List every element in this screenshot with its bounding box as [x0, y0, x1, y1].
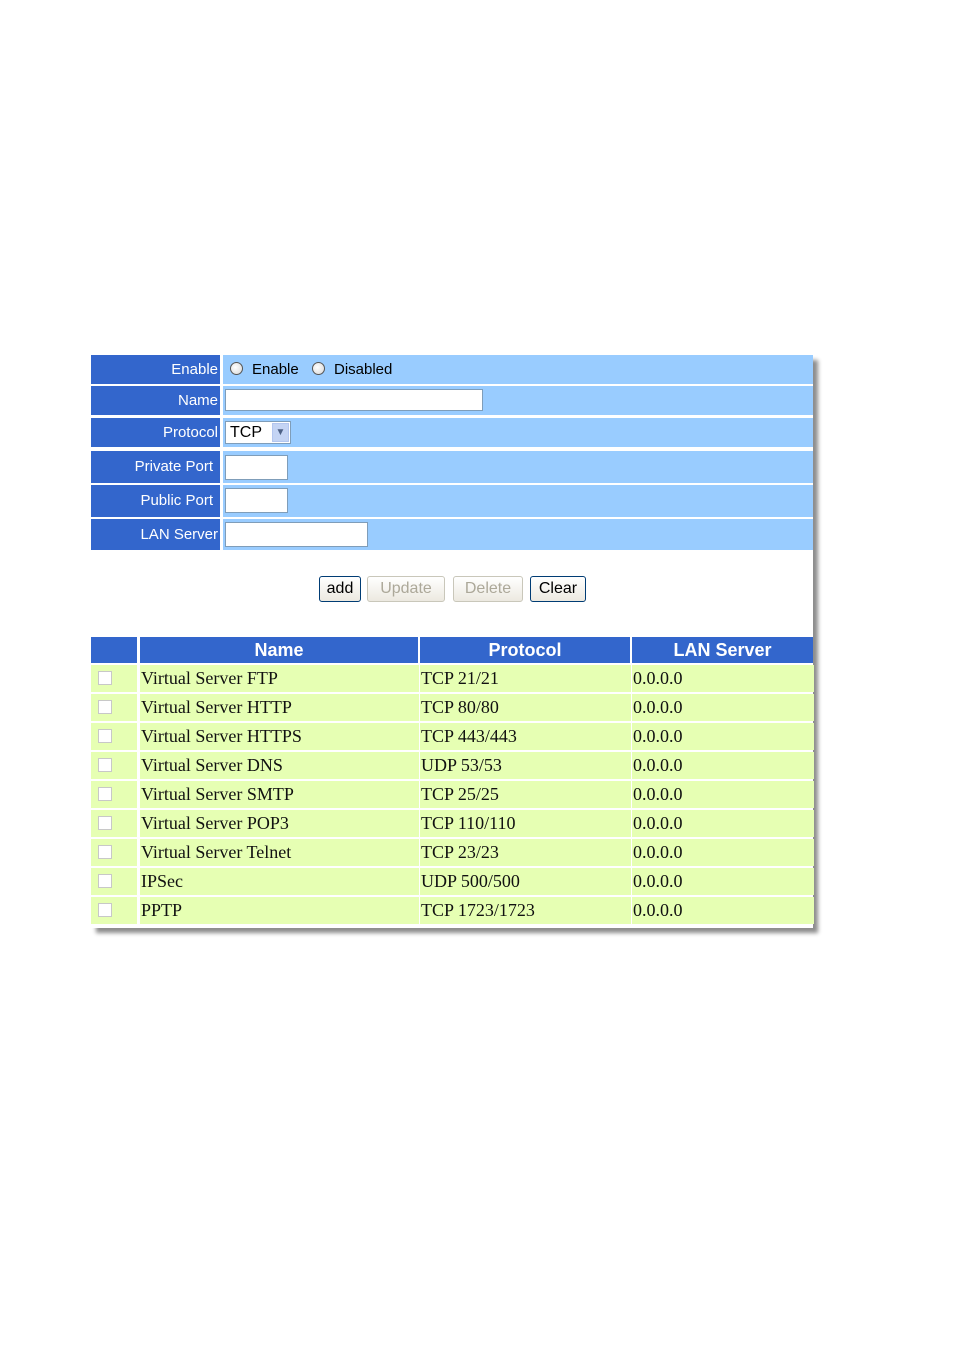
lan-server-label: LAN Server — [91, 519, 220, 550]
row-checkbox[interactable] — [98, 816, 112, 830]
private-port-input[interactable] — [225, 455, 288, 480]
disabled-radio[interactable] — [312, 362, 325, 375]
row-checkbox[interactable] — [98, 758, 112, 772]
row-lan-server: 0.0.0.0 — [632, 752, 814, 779]
row-lan-server: 0.0.0.0 — [632, 839, 814, 866]
row-select-cell — [91, 781, 137, 808]
form-row-private-port: Private Port — [91, 451, 813, 483]
row-name: Virtual Server DNS — [140, 752, 419, 779]
table-row: Virtual Server HTTPS TCP 443/443 0.0.0.0 — [91, 723, 814, 750]
row-select-cell — [91, 752, 137, 779]
row-name: Virtual Server SMTP — [140, 781, 419, 808]
table-header-protocol: Protocol — [420, 637, 630, 663]
row-checkbox[interactable] — [98, 903, 112, 917]
row-checkbox[interactable] — [98, 700, 112, 714]
row-protocol: TCP 25/25 — [420, 781, 631, 808]
enable-radio[interactable] — [230, 362, 243, 375]
table-header-select — [91, 637, 137, 663]
table-row: Virtual Server DNS UDP 53/53 0.0.0.0 — [91, 752, 814, 779]
form-row-lan-server: LAN Server — [91, 519, 813, 550]
row-checkbox[interactable] — [98, 729, 112, 743]
row-checkbox[interactable] — [98, 787, 112, 801]
form-row-enable: Enable Enable Disabled — [91, 355, 813, 384]
name-input[interactable] — [225, 389, 483, 411]
row-select-cell — [91, 694, 137, 721]
table-header-lan-server: LAN Server — [632, 637, 813, 663]
row-checkbox[interactable] — [98, 671, 112, 685]
row-checkbox[interactable] — [98, 874, 112, 888]
disabled-radio-label: Disabled — [334, 361, 393, 378]
delete-button[interactable]: Delete — [453, 576, 523, 602]
row-protocol: TCP 21/21 — [420, 665, 631, 692]
table-row: Virtual Server Telnet TCP 23/23 0.0.0.0 — [91, 839, 814, 866]
row-protocol: TCP 80/80 — [420, 694, 631, 721]
form-row-public-port: Public Port — [91, 485, 813, 517]
row-protocol: TCP 23/23 — [420, 839, 631, 866]
row-protocol: TCP 110/110 — [420, 810, 631, 837]
virtual-server-panel: Enable Enable Disabled Name Protocol TCP… — [91, 355, 814, 928]
row-name: Virtual Server POP3 — [140, 810, 419, 837]
chevron-down-icon[interactable]: ▼ — [272, 423, 289, 442]
row-select-cell — [91, 839, 137, 866]
row-protocol: UDP 500/500 — [420, 868, 631, 895]
table-row: Virtual Server HTTP TCP 80/80 0.0.0.0 — [91, 694, 814, 721]
form-row-name: Name — [91, 386, 813, 415]
row-name: PPTP — [140, 897, 419, 924]
row-name: Virtual Server FTP — [140, 665, 419, 692]
row-name: Virtual Server Telnet — [140, 839, 419, 866]
protocol-selected-value: TCP — [230, 424, 262, 441]
row-name: IPSec — [140, 868, 419, 895]
table-row: Virtual Server POP3 TCP 110/110 0.0.0.0 — [91, 810, 814, 837]
table-row: Virtual Server SMTP TCP 25/25 0.0.0.0 — [91, 781, 814, 808]
row-select-cell — [91, 897, 137, 924]
protocol-label: Protocol — [91, 418, 220, 447]
row-select-cell — [91, 665, 137, 692]
table-header-name: Name — [140, 637, 418, 663]
table-row: PPTP TCP 1723/1723 0.0.0.0 — [91, 897, 814, 924]
row-lan-server: 0.0.0.0 — [632, 694, 814, 721]
row-lan-server: 0.0.0.0 — [632, 810, 814, 837]
row-lan-server: 0.0.0.0 — [632, 781, 814, 808]
row-checkbox[interactable] — [98, 845, 112, 859]
update-button[interactable]: Update — [367, 576, 445, 602]
table-row: Virtual Server FTP TCP 21/21 0.0.0.0 — [91, 665, 814, 692]
row-lan-server: 0.0.0.0 — [632, 723, 814, 750]
row-select-cell — [91, 868, 137, 895]
enable-radio-label: Enable — [252, 361, 299, 378]
name-label: Name — [91, 386, 220, 415]
row-select-cell — [91, 810, 137, 837]
row-select-cell — [91, 723, 137, 750]
lan-server-input[interactable] — [225, 522, 368, 547]
row-lan-server: 0.0.0.0 — [632, 897, 814, 924]
add-button[interactable]: add — [319, 576, 361, 602]
protocol-select[interactable]: TCP ▼ — [225, 421, 291, 444]
public-port-label: Public Port — [91, 485, 220, 517]
row-protocol: UDP 53/53 — [420, 752, 631, 779]
enable-label: Enable — [91, 355, 220, 384]
row-protocol: TCP 443/443 — [420, 723, 631, 750]
row-lan-server: 0.0.0.0 — [632, 665, 814, 692]
table-row: IPSec UDP 500/500 0.0.0.0 — [91, 868, 814, 895]
row-name: Virtual Server HTTPS — [140, 723, 419, 750]
row-protocol: TCP 1723/1723 — [420, 897, 631, 924]
row-lan-server: 0.0.0.0 — [632, 868, 814, 895]
row-name: Virtual Server HTTP — [140, 694, 419, 721]
clear-button[interactable]: Clear — [530, 576, 586, 602]
private-port-label: Private Port — [91, 451, 220, 483]
form-row-protocol: Protocol TCP ▼ — [91, 418, 813, 447]
public-port-input[interactable] — [225, 488, 288, 513]
